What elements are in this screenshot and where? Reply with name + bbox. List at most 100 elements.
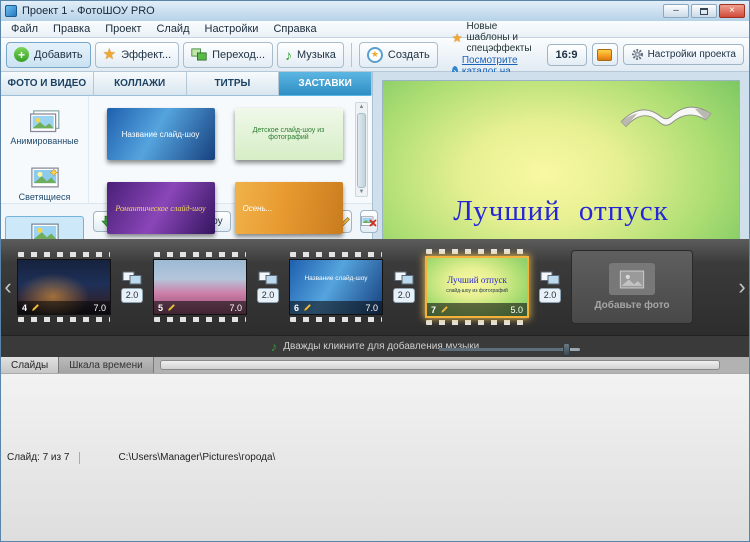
template-thumbnail[interactable]: Название слайд-шоу	[106, 108, 215, 160]
film-perforation	[18, 317, 110, 322]
slide-6-thumbnail[interactable]: Название слайд-шоу 6 7.0	[289, 259, 383, 315]
toolbar-right-group: 16:9 Настройки проекта	[546, 43, 744, 66]
vertical-scrollbar[interactable]: ▲ ▼	[355, 102, 368, 197]
scrollbar-thumb[interactable]	[357, 113, 366, 188]
tab-splashes[interactable]: ЗАСТАВКИ	[279, 72, 372, 96]
film-perforation	[426, 249, 528, 254]
slide-duration: 7.0	[365, 302, 378, 313]
transition-2[interactable]: 2.0	[253, 271, 283, 303]
scroll-down-icon[interactable]: ▼	[359, 188, 365, 196]
tab-titles[interactable]: ТИТРЫ	[186, 72, 280, 96]
menu-edit[interactable]: Правка	[46, 22, 97, 36]
horizontal-scrollbar[interactable]	[153, 357, 749, 373]
aspect-ratio-button[interactable]: 16:9	[546, 43, 587, 66]
category-glowing[interactable]: Светящиеся	[5, 160, 84, 208]
horizontal-scrollbar-thumb[interactable]	[159, 360, 720, 370]
film-perforation	[426, 320, 528, 325]
effects-star-icon: ★	[102, 46, 117, 63]
timeline-scroll-left[interactable]: ‹	[2, 276, 14, 298]
menubar: Файл Правка Проект Слайд Настройки Справ…	[1, 21, 749, 38]
preview-slide-title: Лучший отпуск	[453, 195, 669, 228]
template-title: Осень...	[242, 203, 273, 213]
animated-photos-icon	[29, 110, 60, 133]
timeline-slide-7-selected[interactable]: Лучший отпуск слайд-шоу из фотографий 7 …	[425, 247, 529, 327]
left-panel: ФОТО И ВИДЕО КОЛЛАЖИ ТИТРЫ ЗАСТАВКИ Аним…	[1, 72, 379, 314]
slider-fill	[439, 347, 563, 351]
transition-duration: 2.0	[256, 288, 280, 303]
slide-edit-pencil-icon[interactable]	[303, 303, 312, 312]
maximize-icon	[700, 7, 708, 15]
category-list: Анимированные Светящиеся Статические	[1, 96, 89, 314]
add-icon: +	[14, 47, 29, 62]
menu-project[interactable]: Проект	[98, 22, 148, 36]
slide-7-thumbnail[interactable]: Лучший отпуск слайд-шоу из фотографий 7 …	[425, 256, 529, 318]
toolbar-tab-create[interactable]: ★ Создать	[358, 41, 438, 68]
toolbar-tab-transitions[interactable]: Переход...	[183, 41, 273, 68]
film-perforation	[18, 252, 110, 257]
panel-body: Анимированные Светящиеся Статические	[1, 96, 372, 314]
tab-slides[interactable]: Слайды	[1, 357, 60, 373]
slide-caption: Лучший отпуск	[447, 275, 507, 286]
scroll-up-icon[interactable]: ▲	[359, 103, 365, 111]
template-thumbnail[interactable]: Осень...	[234, 182, 343, 234]
toolbar-tab-add[interactable]: + Добавить	[6, 41, 91, 68]
tab-photo-video[interactable]: ФОТО И ВИДЕО	[1, 72, 94, 96]
minimize-button[interactable]: –	[663, 4, 689, 18]
slide-duration: 7.0	[229, 302, 242, 313]
template-title: Название слайд-шоу	[121, 129, 200, 139]
transition-3[interactable]: 2.0	[389, 271, 419, 303]
bottom-bar: Слайды Шкала времени	[1, 357, 749, 373]
transition-1[interactable]: 2.0	[117, 271, 147, 303]
add-photo-dropzone[interactable]: Добавьте фото	[571, 250, 693, 324]
status-path: C:\Users\Manager\Pictures\города\	[118, 452, 276, 463]
template-area: Название слайд-шоу Детское слайд-шоу из …	[89, 96, 372, 308]
slide-duration: 5.0	[510, 304, 523, 315]
window-controls: – ×	[663, 4, 745, 18]
timeline-slide-4[interactable]: 4 7.0	[17, 250, 111, 324]
slide-edit-pencil-icon[interactable]	[31, 303, 40, 312]
seek-slider[interactable]	[439, 342, 580, 356]
tab-collages[interactable]: КОЛЛАЖИ	[93, 72, 187, 96]
slide-edit-pencil-icon[interactable]	[440, 305, 449, 314]
slide-number: 7	[431, 304, 437, 315]
slide-duration: 7.0	[93, 302, 106, 313]
timeline-slide-5[interactable]: 5 7.0	[153, 250, 247, 324]
menu-help[interactable]: Справка	[266, 22, 323, 36]
theme-color-button[interactable]	[591, 43, 618, 66]
tab-timeline-scale[interactable]: Шкала времени	[59, 357, 154, 373]
template-title: Детское слайд-шоу из фотографий	[252, 127, 325, 141]
transitions-icon	[191, 48, 207, 61]
slider-thumb[interactable]	[562, 342, 570, 356]
maximize-button[interactable]	[691, 4, 717, 18]
promo-title: Новые шаблоны и спецэффекты	[466, 21, 532, 54]
timeline-scroll-right[interactable]: ›	[736, 276, 748, 298]
toolbar-tab-add-label: Добавить	[34, 48, 83, 61]
app-window: Проект 1 - ФотоШОУ PRO – × Файл Правка П…	[0, 0, 750, 542]
photo-placeholder-icon	[609, 263, 655, 295]
menu-slide[interactable]: Слайд	[149, 22, 196, 36]
toolbar-tab-music[interactable]: ♪ Музыка	[277, 41, 344, 68]
transition-4[interactable]: 2.0	[535, 271, 565, 303]
slide-4-thumbnail[interactable]: 4 7.0	[17, 259, 111, 315]
glowing-photo-icon	[30, 166, 60, 189]
toolbar-tab-effects[interactable]: ★ Эффект...	[94, 41, 180, 68]
window-title: Проект 1 - ФотоШОУ PRO	[22, 5, 155, 17]
toolbar-separator	[350, 42, 352, 67]
template-thumbnail[interactable]: Романтическое слайд-шоу	[106, 182, 215, 234]
film-perforation	[290, 252, 382, 257]
slide-edit-pencil-icon[interactable]	[167, 303, 176, 312]
close-button[interactable]: ×	[719, 4, 745, 18]
promo-star-icon: ★	[451, 30, 463, 45]
menu-settings[interactable]: Настройки	[198, 22, 266, 36]
project-settings-button[interactable]: Настройки проекта	[622, 44, 744, 65]
film-perforation	[154, 252, 246, 257]
slide-5-thumbnail[interactable]: 5 7.0	[153, 259, 247, 315]
status-bar: Слайд: 7 из 7 C:\Users\Manager\Pictures\…	[1, 373, 749, 541]
music-hint-bar[interactable]: ♪ Дважды кликните для добавления музыки	[1, 335, 749, 357]
slide-info-bar: 7 5.0	[427, 303, 527, 316]
menu-file[interactable]: Файл	[4, 22, 45, 36]
template-thumbnail[interactable]: Детское слайд-шоу из фотографий	[234, 108, 343, 160]
timeline-slide-6[interactable]: Название слайд-шоу 6 7.0	[289, 250, 383, 324]
category-animated[interactable]: Анимированные	[5, 104, 84, 152]
star-glyph: ★	[370, 49, 379, 59]
